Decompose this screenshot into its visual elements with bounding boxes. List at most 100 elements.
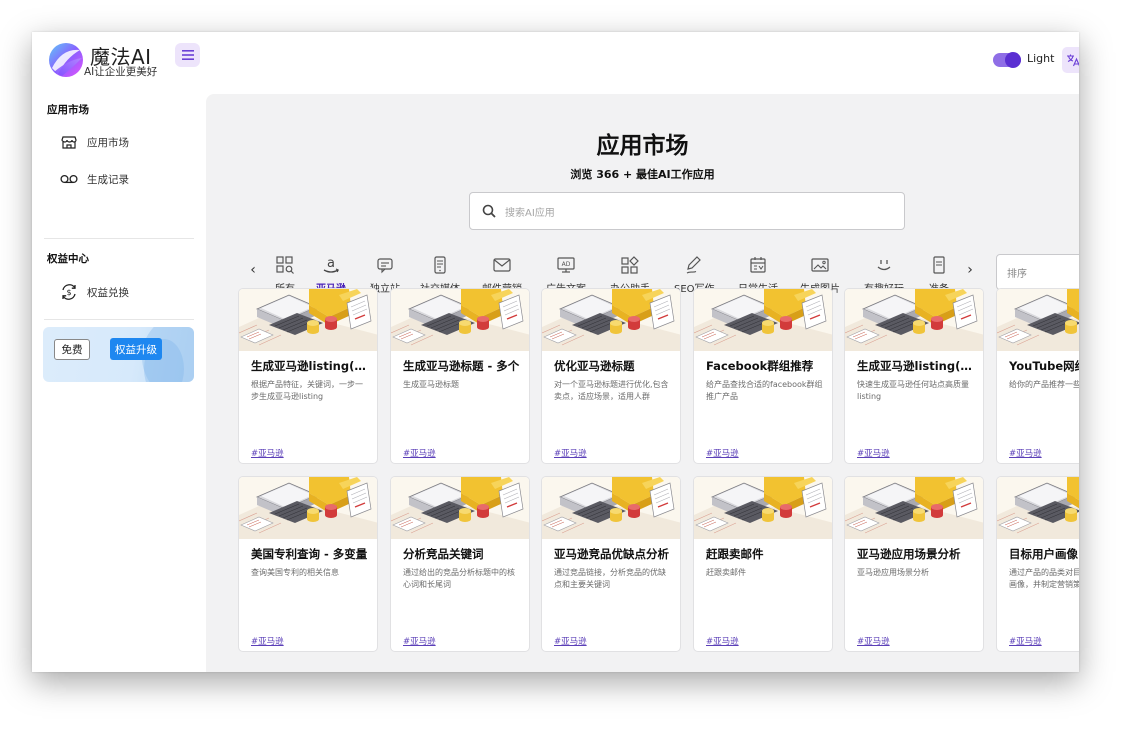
top-header: 魔法AI AI让企业更美好 Light xyxy=(32,32,1079,94)
upgrade-button[interactable]: 权益升级 xyxy=(110,338,162,360)
app-card[interactable]: 赶跟卖邮件 赶跟卖邮件 #亚马逊 xyxy=(693,476,833,652)
app-card[interactable]: 生成亚马逊标题 - 多个生成亚马逊标题 #亚马逊 xyxy=(390,288,530,464)
app-card-thumbnail xyxy=(391,477,529,539)
app-card-description: 通过竞品链接，分析竞品的优缺点和主要关键词 xyxy=(554,568,666,589)
sidebar-item-label: 应用市场 xyxy=(87,136,129,149)
voicemail-icon xyxy=(60,170,78,188)
app-card-tag-link[interactable]: #亚马逊 xyxy=(706,635,739,647)
chat-box-icon xyxy=(374,254,396,276)
app-card[interactable]: 分析竞品关键词 通过给出的竞品分析标题中的核心词和长尾词 #亚马逊 xyxy=(390,476,530,652)
app-card-description: 通过产品的品类对目标用户进行画像，并制定营销策略 xyxy=(1009,568,1079,589)
sidebar-item-redeem[interactable]: $ 权益兑换 xyxy=(60,278,196,306)
app-card-title: 目标用户画像 xyxy=(1009,547,1078,561)
app-window: 魔法AI AI让企业更美好 Light 应用市场 应用市场 生成记录 权益中心 xyxy=(32,32,1079,672)
app-card-description: 生成亚马逊标题 xyxy=(403,380,459,389)
app-card[interactable]: 亚马逊竞品优缺点分析通过竞品链接，分析竞品的优缺点和主要关键词 #亚马逊 xyxy=(541,476,681,652)
sidebar-divider xyxy=(44,238,194,239)
grid-search-icon xyxy=(274,254,296,276)
app-card-tag-link[interactable]: #亚马逊 xyxy=(1009,635,1042,647)
app-card-thumbnail xyxy=(542,477,680,539)
app-card-thumbnail xyxy=(239,477,377,539)
svg-text:a: a xyxy=(327,256,335,271)
app-card-title: 赶跟卖邮件 xyxy=(706,547,764,561)
app-card-description: 通过给出的竞品分析标题中的核心词和长尾词 xyxy=(403,568,515,589)
toggle-knob xyxy=(1005,52,1021,68)
free-plan-button[interactable]: 免费 xyxy=(54,339,90,360)
mail-icon xyxy=(491,254,513,276)
app-card[interactable]: 生成亚马逊listing(所有站点) 快速生成亚马逊任何站点高质量listing #… xyxy=(844,288,984,464)
amazon-icon: a xyxy=(320,254,342,276)
app-card-tag-link[interactable]: #亚马逊 xyxy=(554,635,587,647)
app-card-description: 赶跟卖邮件 xyxy=(706,568,746,577)
app-card[interactable]: 目标用户画像通过产品的品类对目标用户进行画像，并制定营销策略 #亚马逊 xyxy=(996,476,1079,652)
app-card-tag-link[interactable]: #亚马逊 xyxy=(251,635,284,647)
app-card-tag-link[interactable]: #亚马逊 xyxy=(251,447,284,459)
app-card-thumbnail xyxy=(845,477,983,539)
app-card-title: 生成亚马逊标题 - 多个 xyxy=(403,359,520,373)
sidebar-divider xyxy=(44,319,194,320)
app-card-title: YouTube网红推荐 xyxy=(1009,359,1079,373)
app-card-description: 根据产品特征，关键词，一步一步生成亚马逊listing xyxy=(251,380,363,401)
pen-icon xyxy=(683,254,705,276)
sidebar-section-title: 权益中心 xyxy=(47,253,89,265)
app-card-title: 生成亚马逊listing(升级版) xyxy=(251,359,373,373)
app-card[interactable]: 生成亚马逊listing(升级版) 根据产品特征，关键词，一步一步生成亚马逊lis… xyxy=(238,288,378,464)
app-card[interactable]: 优化亚马逊标题对一个亚马逊标题进行优化,包含卖点，适应场景，适用人群 #亚马逊 xyxy=(541,288,681,464)
app-card-description: 查询美国专利的相关信息 xyxy=(251,568,339,577)
app-card-description: 对一个亚马逊标题进行优化,包含卖点，适应场景，适用人群 xyxy=(554,380,669,401)
app-card-tag-link[interactable]: #亚马逊 xyxy=(403,447,436,459)
theme-toggle[interactable] xyxy=(993,52,1021,68)
app-card[interactable]: 亚马逊应用场景分析 亚马逊应用场景分析 #亚马逊 xyxy=(844,476,984,652)
menu-toggle-button[interactable] xyxy=(175,43,200,67)
app-card-description: 给产品查找合适的facebook群组推广产品 xyxy=(706,380,823,401)
category-prev-button[interactable]: ‹ xyxy=(246,260,260,280)
app-card-title: 亚马逊竞品优缺点分析 xyxy=(554,547,669,561)
image-icon xyxy=(809,254,831,276)
brand-tagline: AI让企业更美好 xyxy=(84,66,158,78)
doc-icon xyxy=(928,254,950,276)
sidebar-item-app-market[interactable]: 应用市场 xyxy=(60,128,196,156)
sidebar: 应用市场 应用市场 生成记录 权益中心 $ 权益兑换 免费 权益升级 xyxy=(32,94,206,672)
search-icon xyxy=(482,204,496,218)
brand-logo[interactable] xyxy=(48,42,84,78)
app-card-thumbnail xyxy=(997,289,1079,351)
app-card[interactable]: 美国专利查询 - 多变量 查询美国专利的相关信息 #亚马逊 xyxy=(238,476,378,652)
sidebar-section-title: 应用市场 xyxy=(47,104,89,116)
sidebar-item-label: 生成记录 xyxy=(87,173,129,186)
calendar-icon xyxy=(747,254,769,276)
translate-icon xyxy=(1067,54,1079,67)
upgrade-promo-card: 免费 权益升级 xyxy=(43,327,194,382)
page-title: 应用市场 xyxy=(596,133,689,159)
app-card[interactable]: Facebook群组推荐给产品查找合适的facebook群组推广产品 #亚马逊 xyxy=(693,288,833,464)
app-card-description: 快速生成亚马逊任何站点高质量listing xyxy=(857,380,969,401)
app-card-thumbnail xyxy=(845,289,983,351)
app-card-title: 优化亚马逊标题 xyxy=(554,359,635,373)
sort-select[interactable]: 排序 xyxy=(996,254,1079,290)
app-card-tag-link[interactable]: #亚马逊 xyxy=(403,635,436,647)
page-subtitle: 浏览 366 + 最佳AI工作应用 xyxy=(570,168,715,181)
smile-icon xyxy=(873,254,895,276)
exchange-icon: $ xyxy=(60,283,78,301)
app-card-thumbnail xyxy=(239,289,377,351)
app-card-tag-link[interactable]: #亚马逊 xyxy=(706,447,739,459)
app-card-title: 生成亚马逊listing(所有站点) xyxy=(857,359,979,373)
app-card-tag-link[interactable]: #亚马逊 xyxy=(554,447,587,459)
app-card-title: Facebook群组推荐 xyxy=(706,359,814,373)
category-next-button[interactable]: › xyxy=(963,260,977,280)
ad-icon: AD xyxy=(555,254,577,276)
sidebar-item-history[interactable]: 生成记录 xyxy=(60,165,196,193)
app-card-tag-link[interactable]: #亚马逊 xyxy=(857,447,890,459)
app-card-thumbnail xyxy=(391,289,529,351)
language-button[interactable] xyxy=(1062,47,1079,73)
main-content: 应用市场 浏览 366 + 最佳AI工作应用 搜索AI应用 ‹ 所有a亚马逊独立… xyxy=(206,94,1079,672)
app-card-thumbnail xyxy=(694,477,832,539)
hamburger-icon xyxy=(181,50,194,60)
app-card-tag-link[interactable]: #亚马逊 xyxy=(857,635,890,647)
app-card[interactable]: YouTube网红推荐给你的产品推荐一些合适的网红 #亚马逊 xyxy=(996,288,1079,464)
sidebar-item-label: 权益兑换 xyxy=(87,286,129,299)
search-input[interactable]: 搜索AI应用 xyxy=(469,192,905,230)
app-card-thumbnail xyxy=(997,477,1079,539)
chevron-right-icon: › xyxy=(967,262,973,278)
app-card-tag-link[interactable]: #亚马逊 xyxy=(1009,447,1042,459)
chevron-left-icon: ‹ xyxy=(250,262,256,278)
